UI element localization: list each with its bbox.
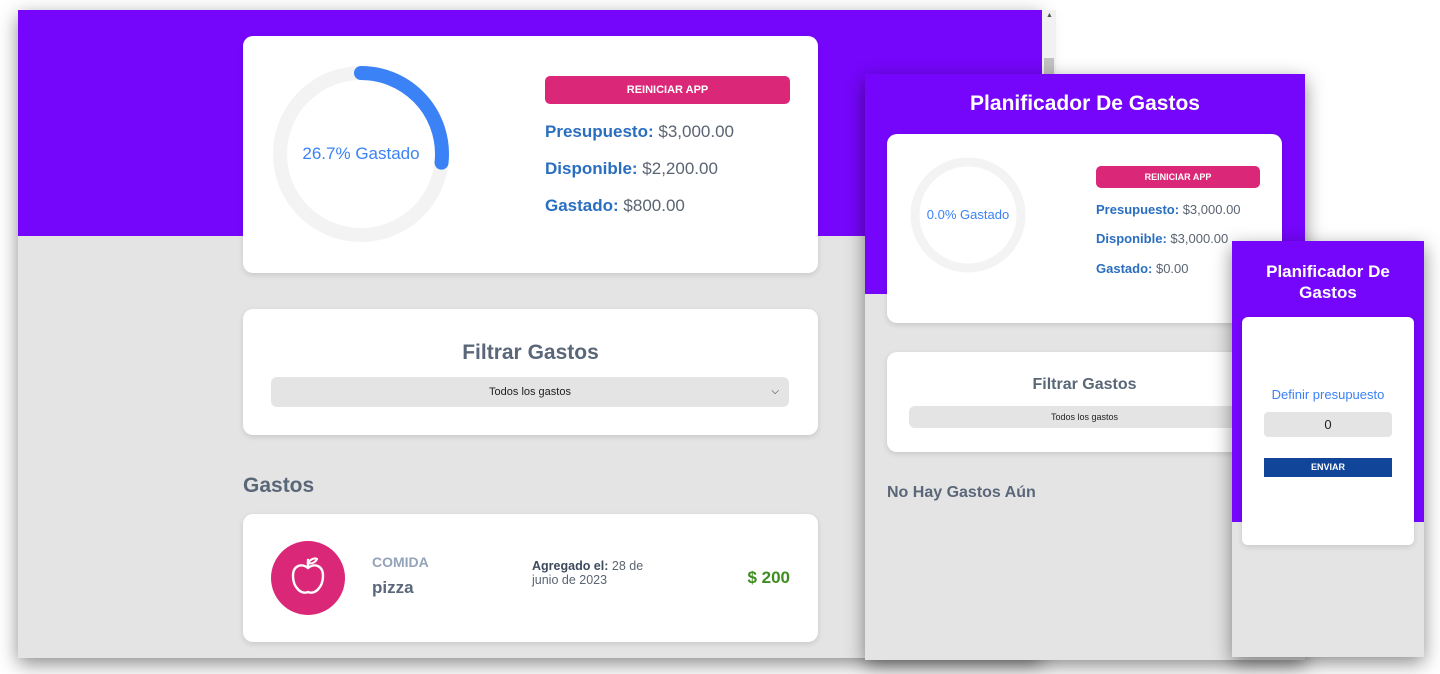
desktop-scrollbar-track[interactable]: ▲ — [1042, 10, 1056, 74]
category-filter-value: Todos los gastos — [489, 386, 571, 398]
filter-card: Filtrar Gastos Todos los gastos ⌵ — [243, 309, 818, 435]
budget-row: Presupuesto: $3,000.00 — [545, 122, 734, 142]
spent-row: Gastado: $800.00 — [545, 196, 685, 216]
tablet-budget-row: Presupuesto: $3,000.00 — [1096, 202, 1241, 217]
tablet-category-filter-select[interactable]: Todos los gastos — [909, 406, 1260, 428]
budget-prompt-label: Definir presupuesto — [1271, 387, 1385, 402]
tablet-available-row: Disponible: $3,000.00 — [1096, 231, 1228, 246]
tablet-category-filter-value: Todos los gastos — [1050, 412, 1119, 422]
tablet-spent-value: $0.00 — [1155, 261, 1189, 276]
mobile-app-title: Planificador De Gastos — [1266, 262, 1390, 302]
mobile-window: Planificador De Gastos Definir presupues… — [1232, 241, 1424, 657]
available-row: Disponible: $2,200.00 — [545, 159, 718, 179]
spent-label: Gastado: — [545, 196, 619, 215]
tablet-spent-label: Gastado: — [1096, 261, 1153, 276]
tablet-filter-title: Filtrar Gastos — [1032, 376, 1137, 393]
tablet-budget-label: Presupuesto: — [1096, 202, 1180, 217]
expense-date: Agregado el: 28 de junio de 2023 — [532, 559, 652, 587]
category-filter-select[interactable]: Todos los gastos ⌵ — [271, 377, 789, 407]
submit-budget-button[interactable]: ENVIAR — [1264, 458, 1392, 477]
budget-label: Presupuesto: — [545, 122, 654, 141]
tablet-available-value: $3,000.00 — [1170, 231, 1229, 246]
scroll-up-arrow-icon[interactable]: ▲ — [1046, 12, 1053, 19]
tablet-app-title: Planificador De Gastos — [970, 92, 1200, 115]
progress-ring: 26.7% Gastado — [271, 64, 451, 244]
available-value: $2,200.00 — [642, 159, 718, 178]
tablet-reset-app-button[interactable]: REINICIAR APP — [1096, 166, 1260, 188]
tablet-budget-value: $3,000.00 — [1182, 202, 1241, 217]
expenses-title: Gastos — [243, 474, 315, 497]
mobile-budget-card: Definir presupuesto 0 ENVIAR — [1242, 317, 1414, 545]
tablet-progress-ring: 0.0% Gastado — [909, 156, 1027, 274]
budget-summary-card: 26.7% Gastado REINICIAR APP Presupuesto:… — [243, 36, 818, 273]
filter-title: Filtrar Gastos — [462, 341, 599, 364]
tablet-spent-row: Gastado: $0.00 — [1096, 261, 1189, 276]
desktop-scrollbar-thumb[interactable] — [1044, 58, 1054, 74]
tablet-progress-label: 0.0% Gastado — [926, 207, 1010, 222]
reset-app-button[interactable]: REINICIAR APP — [545, 76, 790, 104]
food-category-icon — [271, 541, 345, 615]
budget-input[interactable]: 0 — [1264, 412, 1392, 437]
tablet-available-label: Disponible: — [1096, 231, 1167, 246]
tablet-filter-card: Filtrar Gastos Todos los gastos — [887, 352, 1282, 452]
available-label: Disponible: — [545, 159, 638, 178]
tablet-empty-message: No Hay Gastos Aún — [887, 484, 1036, 501]
expense-amount: $ 200 — [747, 568, 790, 587]
expense-category: COMIDA — [372, 554, 429, 570]
tablet-budget-card: 0.0% Gastado REINICIAR APP Presupuesto: … — [887, 134, 1282, 323]
expense-name: pizza — [372, 578, 414, 597]
progress-label: 26.7% Gastado — [302, 144, 420, 163]
expense-item[interactable]: COMIDA pizza Agregado el: 28 de junio de… — [243, 514, 818, 642]
spent-value: $800.00 — [623, 196, 685, 215]
expense-date-label: Agregado el: — [532, 559, 609, 573]
budget-value: $3,000.00 — [658, 122, 735, 141]
chevron-down-icon: ⌵ — [771, 386, 779, 397]
